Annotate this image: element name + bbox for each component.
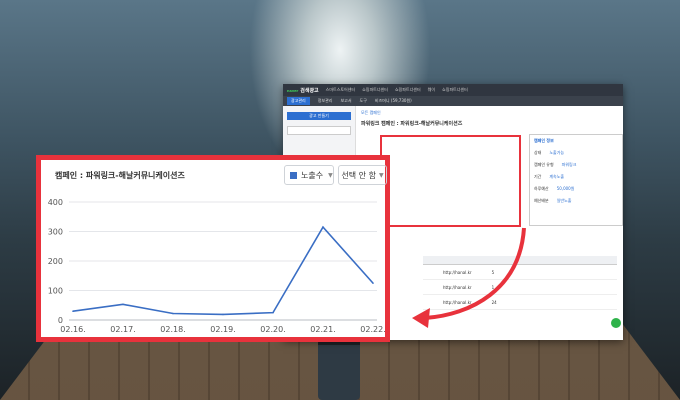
top-nav-5[interactable]: 쇼핑파트너센터 (442, 87, 468, 93)
series-line (72, 225, 374, 316)
menu-info[interactable]: 정보관리 (318, 98, 333, 104)
x-tick-label: 02.22. (360, 325, 385, 334)
data-point (322, 226, 324, 228)
menu-bar: 광고관리 정보관리 보고서 도구 비즈머니 (59,730원) (283, 96, 623, 106)
y-tick-label: 300 (48, 228, 63, 237)
top-nav-2[interactable]: 쇼핑파트너센터 (362, 87, 388, 93)
top-nav-3[interactable]: 쇼핑파트너센터 (395, 87, 421, 93)
menu-tools[interactable]: 도구 (360, 98, 367, 104)
table-row[interactable]: http://hanal.kr 5 (423, 265, 617, 280)
table-header (423, 256, 617, 265)
x-tick-label: 02.17. (110, 325, 135, 334)
y-tick-label: 400 (48, 198, 63, 207)
x-tick-label: 02.18. (160, 325, 185, 334)
y-tick-label: 0 (58, 316, 63, 325)
new-campaign-button[interactable]: 광고 만들기 (287, 112, 351, 120)
menu-bizmoney[interactable]: 비즈머니 (59,730원) (375, 98, 412, 104)
series-color-icon (290, 171, 297, 179)
y-tick-label: 200 (48, 257, 63, 266)
sidebar-search-input[interactable] (287, 126, 351, 135)
top-nav-4[interactable]: 웨이 (428, 87, 435, 93)
metric-label: 노출수 (301, 170, 324, 180)
metric-select[interactable]: 노출수 ▼ (284, 165, 334, 185)
info-row: 상태 노출가능 (534, 150, 565, 155)
x-tick-label: 02.19. (210, 325, 235, 334)
info-row: 캠페인 유형 파워링크 (534, 162, 577, 167)
top-nav-1[interactable]: 스마트스토어센터 (326, 87, 355, 93)
menu-report[interactable]: 보고서 (340, 98, 351, 104)
data-point (172, 312, 174, 315)
x-tick-label: 02.20. (260, 325, 285, 334)
ad-group-table: http://hanal.kr 5 http://hanal.kr 1 http:/… (423, 256, 617, 340)
data-point (122, 303, 124, 306)
help-icon[interactable] (611, 318, 621, 328)
info-row: 하루예산 50,000원 (534, 186, 575, 191)
card-title: 캠페인 : 파워링크-해날커뮤니케이션즈 (55, 171, 185, 180)
table-row[interactable]: http://hanal.kr 1 (423, 280, 617, 295)
info-title: 캠페인 정보 (534, 138, 554, 143)
table-row[interactable]: http://hanal.kr 24 (423, 295, 617, 310)
menu-ad-manage[interactable]: 광고관리 (287, 97, 310, 105)
y-tick-label: 100 (48, 287, 63, 296)
zoomed-chart-card: 캠페인 : 파워링크-해날커뮤니케이션즈 노출수 ▼ 선택 안 함 ▼ 0 100… (36, 155, 390, 342)
compare-select[interactable]: 선택 안 함 ▼ (338, 165, 387, 185)
chevron-down-icon: ▼ (328, 171, 333, 179)
impressions-line-chart: 0 100 200 300 400 02.16. 02.17. 02.18. 02.19. 02.… (48, 198, 385, 334)
data-point (272, 311, 274, 314)
data-point (372, 282, 374, 284)
x-tick-label: 02.16. (60, 325, 85, 334)
data-point (222, 313, 224, 316)
data-point (72, 310, 74, 312)
compare-label: 선택 안 함 (341, 170, 376, 180)
x-tick-label: 02.21. (310, 325, 335, 334)
info-row: 예산배분 일반노출 (534, 198, 572, 203)
breadcrumb[interactable]: 모든 캠페인 (357, 106, 623, 120)
mini-chart-highlight (380, 135, 521, 227)
campaign-info-panel: 캠페인 정보 상태 노출가능 캠페인 유형 파워링크 기간 계속노출 하루예산 50,0… (529, 134, 623, 226)
brand-logo[interactable]: naver 검색광고 (287, 87, 319, 94)
page-title: 파워링크 캠페인 : 파워링크-해날커뮤니케이션즈 (361, 121, 463, 127)
info-row: 기간 계속노출 (534, 174, 565, 179)
chevron-down-icon: ▼ (378, 171, 384, 179)
top-bar: naver 검색광고 스마트스토어센터 쇼핑파트너센터 쇼핑파트너센터 웨이 쇼핑… (283, 84, 623, 96)
